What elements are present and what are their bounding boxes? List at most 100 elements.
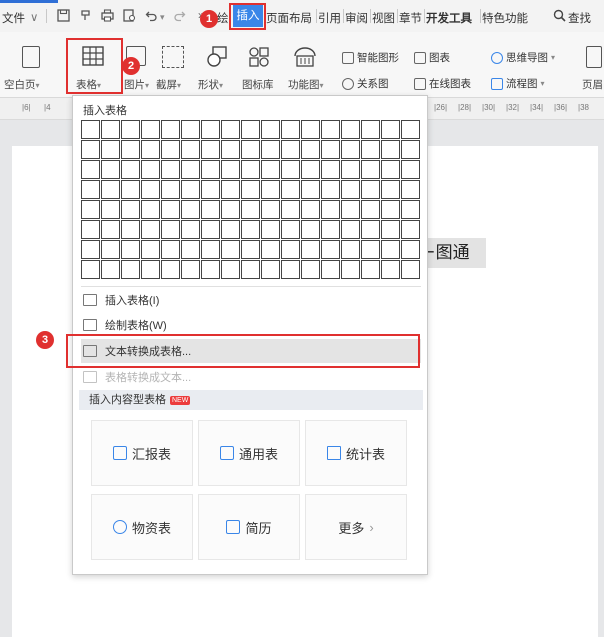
table-grid-cell[interactable] [381,260,400,279]
table-grid-cell[interactable] [181,160,200,179]
undo-icon[interactable] [144,9,158,23]
table-grid-cell[interactable] [141,200,160,219]
table-grid-cell[interactable] [341,180,360,199]
table-grid-cell[interactable] [301,260,320,279]
page-text[interactable]: ⊢图通 [418,238,486,268]
function-chart-button[interactable]: 功能图▾ [288,77,324,92]
table-grid-cell[interactable] [281,180,300,199]
table-grid-cell[interactable] [261,220,280,239]
table-grid-cell[interactable] [161,120,180,139]
table-grid-cell[interactable] [161,140,180,159]
table-grid-cell[interactable] [261,140,280,159]
table-grid-cell[interactable] [261,240,280,259]
table-grid-cell[interactable] [181,220,200,239]
screenshot-button[interactable]: 截屏▾ [156,77,181,92]
table-grid-cell[interactable] [261,200,280,219]
table-grid-cell[interactable] [321,180,340,199]
table-grid-cell[interactable] [281,200,300,219]
materials-table-card[interactable]: 物资表 [91,494,193,560]
table-grid-cell[interactable] [221,240,240,259]
undo-dropdown-icon[interactable]: ▾ [160,12,165,23]
table-grid-cell[interactable] [301,180,320,199]
table-grid-cell[interactable] [221,160,240,179]
table-grid-cell[interactable] [181,120,200,139]
table-grid-cell[interactable] [301,140,320,159]
table-grid-cell[interactable] [301,200,320,219]
table-grid-cell[interactable] [241,160,260,179]
table-grid-cell[interactable] [401,200,420,219]
table-grid-cell[interactable] [81,240,100,259]
mindmap-button[interactable]: 思维导图 ▾ [491,50,555,65]
table-grid-cell[interactable] [241,120,260,139]
table-grid-cell[interactable] [281,260,300,279]
relation-chart-button[interactable]: 关系图 [342,76,389,91]
table-grid-cell[interactable] [341,200,360,219]
table-grid-cell[interactable] [141,240,160,259]
table-grid-cell[interactable] [401,120,420,139]
table-grid-cell[interactable] [341,140,360,159]
format-painter-icon[interactable] [78,9,92,23]
table-grid-cell[interactable] [121,200,140,219]
table-grid-cell[interactable] [401,140,420,159]
table-grid-cell[interactable] [161,220,180,239]
statistics-table-card[interactable]: 统计表 [305,420,407,486]
print-preview-icon[interactable] [122,9,136,23]
table-grid-cell[interactable] [101,120,120,139]
table-grid-cell[interactable] [181,240,200,259]
table-grid-cell[interactable] [141,140,160,159]
table-grid-cell[interactable] [241,240,260,259]
table-grid-cell[interactable] [361,140,380,159]
table-grid-cell[interactable] [361,160,380,179]
table-grid-cell[interactable] [361,260,380,279]
table-grid-cell[interactable] [81,200,100,219]
insert-table-item[interactable]: 插入表格(I) [81,288,421,312]
menu-file[interactable]: 文件 [2,10,25,26]
table-grid-cell[interactable] [401,260,420,279]
tab-references[interactable]: 引用 [318,10,341,26]
table-grid-cell[interactable] [341,220,360,239]
flowchart-button[interactable]: 流程图 ▾ [491,76,545,91]
search-icon[interactable] [552,9,566,23]
table-grid-cell[interactable] [401,180,420,199]
table-grid-cell[interactable] [321,200,340,219]
table-grid-cell[interactable] [321,120,340,139]
table-size-grid[interactable] [81,120,420,279]
table-grid-cell[interactable] [121,220,140,239]
table-grid-cell[interactable] [381,240,400,259]
table-grid-cell[interactable] [141,180,160,199]
more-tables-card[interactable]: 更多 › [305,494,407,560]
table-grid-cell[interactable] [141,260,160,279]
table-grid-cell[interactable] [201,160,220,179]
table-grid-cell[interactable] [101,180,120,199]
tab-review[interactable]: 审阅 [345,10,368,26]
table-grid-cell[interactable] [201,220,220,239]
chart-button[interactable]: 图表 [414,50,450,65]
table-grid-cell[interactable] [241,220,260,239]
table-grid-cell[interactable] [221,260,240,279]
table-grid-cell[interactable] [401,220,420,239]
tab-features[interactable]: 特色功能 [482,10,528,26]
table-grid-cell[interactable] [221,140,240,159]
table-grid-cell[interactable] [241,140,260,159]
table-grid-cell[interactable] [161,260,180,279]
table-grid-cell[interactable] [261,120,280,139]
table-grid-cell[interactable] [101,140,120,159]
table-grid-cell[interactable] [81,140,100,159]
print-icon[interactable] [100,9,114,23]
redo-icon[interactable] [172,9,186,23]
table-grid-cell[interactable] [101,200,120,219]
table-grid-cell[interactable] [161,240,180,259]
table-grid-cell[interactable] [201,200,220,219]
table-grid-cell[interactable] [401,160,420,179]
table-grid-cell[interactable] [221,220,240,239]
table-grid-cell[interactable] [361,120,380,139]
table-grid-cell[interactable] [241,260,260,279]
table-grid-cell[interactable] [161,200,180,219]
table-grid-cell[interactable] [281,120,300,139]
shape-button[interactable]: 形状▾ [198,77,223,92]
table-grid-cell[interactable] [261,180,280,199]
table-grid-cell[interactable] [261,260,280,279]
header-button[interactable]: 页眉 [582,77,603,92]
tab-view[interactable]: 视图 [372,10,395,26]
table-grid-cell[interactable] [381,220,400,239]
